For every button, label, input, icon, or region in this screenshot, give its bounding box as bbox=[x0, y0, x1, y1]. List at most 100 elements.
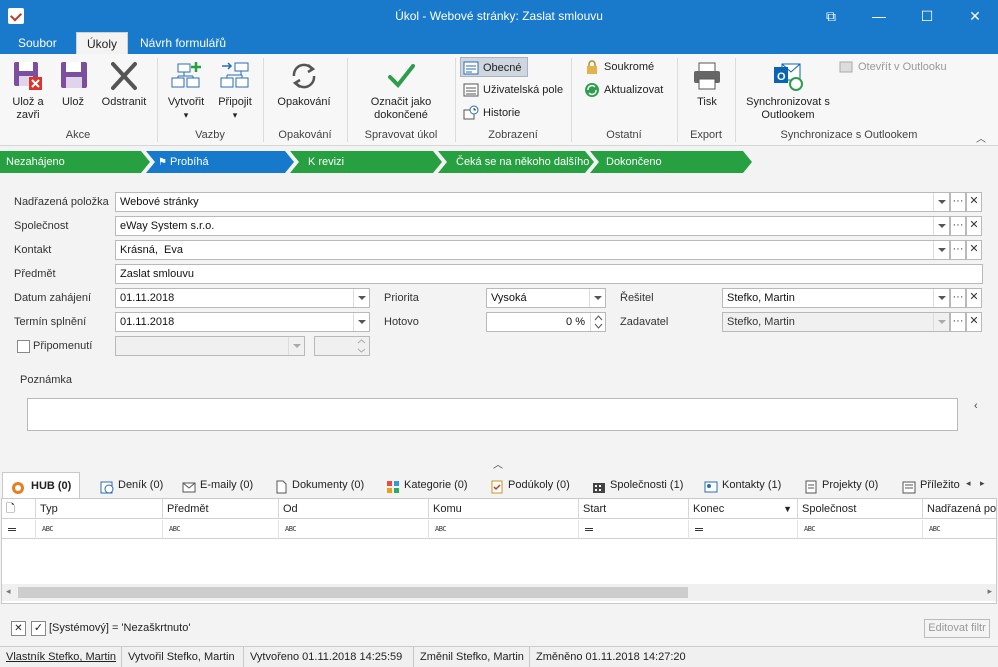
scrollbar-thumb[interactable] bbox=[18, 587, 688, 598]
done-percent-field[interactable]: 0 % bbox=[486, 312, 606, 332]
tab-hub[interactable]: HUB (0) bbox=[2, 472, 81, 498]
filter-cell[interactable]: ABC bbox=[163, 520, 279, 539]
filter-cell[interactable] bbox=[689, 520, 798, 539]
col-komu[interactable]: Komu bbox=[429, 499, 579, 519]
chevron-up-icon[interactable]: ︿ bbox=[493, 456, 503, 471]
solver-ellipsis-button[interactable]: ··· bbox=[950, 288, 966, 308]
calendar-dropdown-icon[interactable] bbox=[353, 313, 369, 331]
parent-field[interactable]: Webové stránky bbox=[115, 192, 950, 212]
stage-nezahajeno[interactable]: Nezahájeno bbox=[0, 151, 150, 173]
restore-layout-icon[interactable]: ⧉ bbox=[808, 0, 854, 32]
due-date-field[interactable]: 01.11.2018 bbox=[115, 312, 370, 332]
edit-filter-button[interactable]: Editovat filtr bbox=[924, 619, 990, 638]
tab-scroll-right-icon[interactable]: ▸ bbox=[980, 478, 985, 489]
minimize-button[interactable]: — bbox=[856, 0, 902, 32]
contact-clear-icon[interactable]: ✕ bbox=[966, 240, 982, 260]
filter-cell[interactable]: ABC bbox=[279, 520, 429, 539]
stage-probiha[interactable]: ⚑ Probíhá bbox=[146, 151, 294, 173]
chevron-down-icon[interactable] bbox=[933, 217, 949, 235]
col-predmet[interactable]: Předmět bbox=[163, 499, 279, 519]
tab-ukoly[interactable]: Úkoly bbox=[76, 32, 129, 54]
contact-ellipsis-button[interactable]: ··· bbox=[950, 240, 966, 260]
stage-dokonceno[interactable]: Dokončeno bbox=[590, 151, 752, 173]
clear-filter-icon[interactable]: ✕ bbox=[11, 621, 26, 636]
filter-cell[interactable]: ABC bbox=[798, 520, 923, 539]
owner-link[interactable]: Vlastník Stefko, Martin bbox=[0, 647, 122, 667]
col-typ[interactable]: Typ bbox=[36, 499, 163, 519]
assigner-field[interactable]: Stefko, Martin bbox=[722, 312, 950, 332]
private-button[interactable]: Soukromé bbox=[582, 57, 654, 77]
maximize-button[interactable]: ☐ bbox=[904, 0, 950, 32]
assigner-ellipsis-button[interactable]: ··· bbox=[950, 312, 966, 332]
col-konec[interactable]: Konec ▼ bbox=[689, 499, 798, 519]
tab-journal[interactable]: Deník (0) bbox=[100, 472, 163, 498]
chevron-down-icon[interactable] bbox=[933, 241, 949, 259]
assigner-clear-icon[interactable]: ✕ bbox=[966, 312, 982, 332]
view-history-button[interactable]: Historie bbox=[461, 103, 541, 123]
close-button[interactable]: ✕ bbox=[952, 0, 998, 32]
spinner-icon[interactable] bbox=[590, 313, 605, 331]
col-od[interactable]: Od bbox=[279, 499, 429, 519]
scroll-right-icon[interactable]: ▸ bbox=[987, 586, 992, 597]
view-general-button[interactable]: Obecné bbox=[460, 57, 528, 77]
filter-enabled-checkbox[interactable]: ✓ bbox=[31, 621, 46, 636]
tab-documents[interactable]: Dokumenty (0) bbox=[274, 472, 364, 498]
tab-contacts[interactable]: Kontakty (1) bbox=[704, 472, 781, 498]
collapse-ribbon-icon[interactable]: ︿ bbox=[976, 130, 986, 145]
company-clear-icon[interactable]: ✕ bbox=[966, 216, 982, 236]
parent-clear-icon[interactable]: ✕ bbox=[966, 192, 982, 212]
tab-emails[interactable]: E-maily (0) bbox=[182, 472, 253, 498]
create-relation-button[interactable]: Vytvořit ▾ bbox=[164, 60, 208, 122]
tab-companies[interactable]: Společnosti (1) bbox=[592, 472, 683, 498]
chevron-left-icon[interactable]: ‹ bbox=[974, 400, 978, 412]
col-start[interactable]: Start bbox=[579, 499, 689, 519]
contact-field[interactable]: Krásná, Eva bbox=[115, 240, 950, 260]
horizontal-scrollbar[interactable]: ◂ ▸ bbox=[2, 584, 996, 601]
tab-soubor[interactable]: Soubor bbox=[8, 32, 67, 54]
col-spolecnost[interactable]: Společnost bbox=[798, 499, 923, 519]
sync-outlook-button[interactable]: O Synchronizovat s Outlookem bbox=[746, 60, 830, 122]
filter-cell[interactable]: ABC bbox=[923, 520, 996, 539]
delete-button[interactable]: Odstranit bbox=[98, 60, 150, 109]
print-button[interactable]: Tisk bbox=[688, 60, 726, 109]
priority-select[interactable]: Vysoká bbox=[486, 288, 606, 308]
reminder-time-field[interactable] bbox=[314, 336, 370, 356]
stage-ceka-se[interactable]: Čeká se na někoho dalšího bbox=[438, 151, 594, 173]
tab-subtasks[interactable]: Podúkoly (0) bbox=[490, 472, 570, 498]
col-nadrazena[interactable]: Nadřazená po bbox=[923, 499, 996, 519]
filter-cell[interactable]: ABC bbox=[429, 520, 579, 539]
save-button[interactable]: Ulož bbox=[56, 60, 90, 109]
tab-projects[interactable]: Projekty (0) bbox=[804, 472, 878, 498]
calendar-dropdown-icon[interactable] bbox=[353, 289, 369, 307]
open-in-outlook-button[interactable]: Otevřít v Outlooku bbox=[836, 57, 952, 77]
attach-relation-button[interactable]: Připojit ▾ bbox=[214, 60, 256, 122]
tab-opportunities[interactable]: Příležito bbox=[902, 472, 960, 498]
grid-doc-icon-col[interactable]: 🗋 bbox=[2, 499, 36, 519]
parent-ellipsis-button[interactable]: ··· bbox=[950, 192, 966, 212]
scroll-left-icon[interactable]: ◂ bbox=[6, 586, 11, 597]
filter-cell[interactable]: ABC bbox=[36, 520, 163, 539]
solver-clear-icon[interactable]: ✕ bbox=[966, 288, 982, 308]
refresh-button[interactable]: Aktualizovat bbox=[582, 80, 668, 100]
note-textarea[interactable] bbox=[27, 398, 958, 431]
chevron-down-icon[interactable] bbox=[933, 289, 949, 307]
solver-field[interactable]: Stefko, Martin bbox=[722, 288, 950, 308]
chevron-down-icon[interactable] bbox=[933, 193, 949, 211]
stage-k-revizi[interactable]: K revizi bbox=[290, 151, 442, 173]
recurrence-button[interactable]: Opakování bbox=[272, 60, 336, 109]
tab-navrh-formularu[interactable]: Návrh formulářů bbox=[130, 32, 236, 54]
company-field[interactable]: eWay System s.r.o. bbox=[115, 216, 950, 236]
tab-categories[interactable]: Kategorie (0) bbox=[386, 472, 468, 498]
save-close-button[interactable]: Ulož a zavři bbox=[6, 60, 50, 122]
start-date-field[interactable]: 01.11.2018 bbox=[115, 288, 370, 308]
company-ellipsis-button[interactable]: ··· bbox=[950, 216, 966, 236]
subject-field[interactable]: Zaslat smlouvu bbox=[115, 264, 983, 284]
mark-done-button[interactable]: Označit jako dokončené bbox=[364, 60, 438, 122]
chevron-down-icon[interactable] bbox=[589, 289, 605, 307]
filter-cell[interactable] bbox=[2, 520, 36, 539]
reminder-checkbox[interactable] bbox=[17, 340, 30, 353]
reminder-date-field[interactable] bbox=[115, 336, 305, 356]
view-user-fields-button[interactable]: Uživatelská pole bbox=[461, 80, 567, 100]
tab-scroll-left-icon[interactable]: ◂ bbox=[966, 478, 971, 489]
filter-cell[interactable] bbox=[579, 520, 689, 539]
